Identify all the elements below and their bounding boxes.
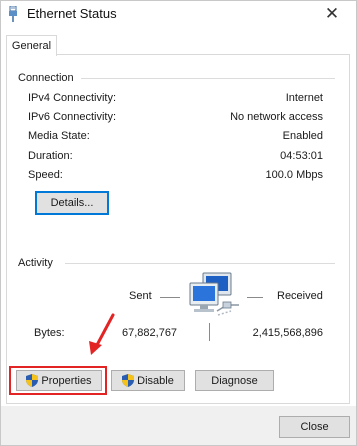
details-button[interactable]: Details...: [35, 191, 109, 215]
ipv6-value: No network access: [230, 111, 323, 123]
ipv6-label: IPv6 Connectivity:: [28, 111, 117, 123]
tab-bar: General: [1, 29, 356, 56]
duration-label: Duration:: [28, 150, 73, 162]
tab-general[interactable]: General: [6, 35, 57, 56]
disable-label: Disable: [137, 374, 174, 387]
dialog-footer: Close: [1, 406, 356, 445]
uac-shield-icon: [26, 374, 39, 387]
connection-heading: Connection: [18, 72, 79, 84]
sent-label: Sent: [129, 290, 152, 302]
bytes-separator: [209, 323, 210, 341]
bytes-label: Bytes:: [34, 327, 65, 339]
activity-divider: [65, 263, 335, 264]
ipv4-value: Internet: [285, 92, 323, 104]
ethernet-status-dialog: Ethernet Status ✕ General Connection IPv…: [0, 0, 357, 446]
activity-heading: Activity: [18, 257, 58, 269]
uac-shield-icon: [122, 374, 135, 387]
properties-label: Properties: [41, 374, 92, 387]
window-title: Ethernet Status: [27, 6, 117, 21]
window-close-button[interactable]: ✕: [314, 1, 350, 29]
connection-divider: [81, 78, 335, 79]
properties-button[interactable]: Properties: [16, 370, 102, 391]
received-dash: [247, 297, 263, 298]
network-computers-icon: [189, 272, 239, 316]
general-panel: [6, 54, 350, 404]
speed-value: 100.0 Mbps: [265, 169, 323, 181]
ethernet-plug-icon: [9, 6, 17, 22]
annotation-arrow-icon: [89, 313, 115, 355]
bytes-received-value: 2,415,568,896: [252, 327, 323, 339]
received-label: Received: [277, 290, 323, 302]
disable-button[interactable]: Disable: [111, 370, 185, 391]
media-state-label: Media State:: [28, 130, 90, 142]
bytes-sent-value: 67,882,767: [122, 327, 178, 339]
duration-value: 04:53:01: [280, 150, 323, 162]
close-button[interactable]: Close: [279, 416, 350, 438]
ipv4-label: IPv4 Connectivity:: [28, 92, 117, 104]
title-bar: Ethernet Status ✕: [1, 1, 356, 29]
diagnose-button[interactable]: Diagnose: [195, 370, 274, 391]
sent-dash: [160, 297, 180, 298]
media-state-value: Enabled: [282, 130, 323, 142]
speed-label: Speed:: [28, 169, 63, 181]
